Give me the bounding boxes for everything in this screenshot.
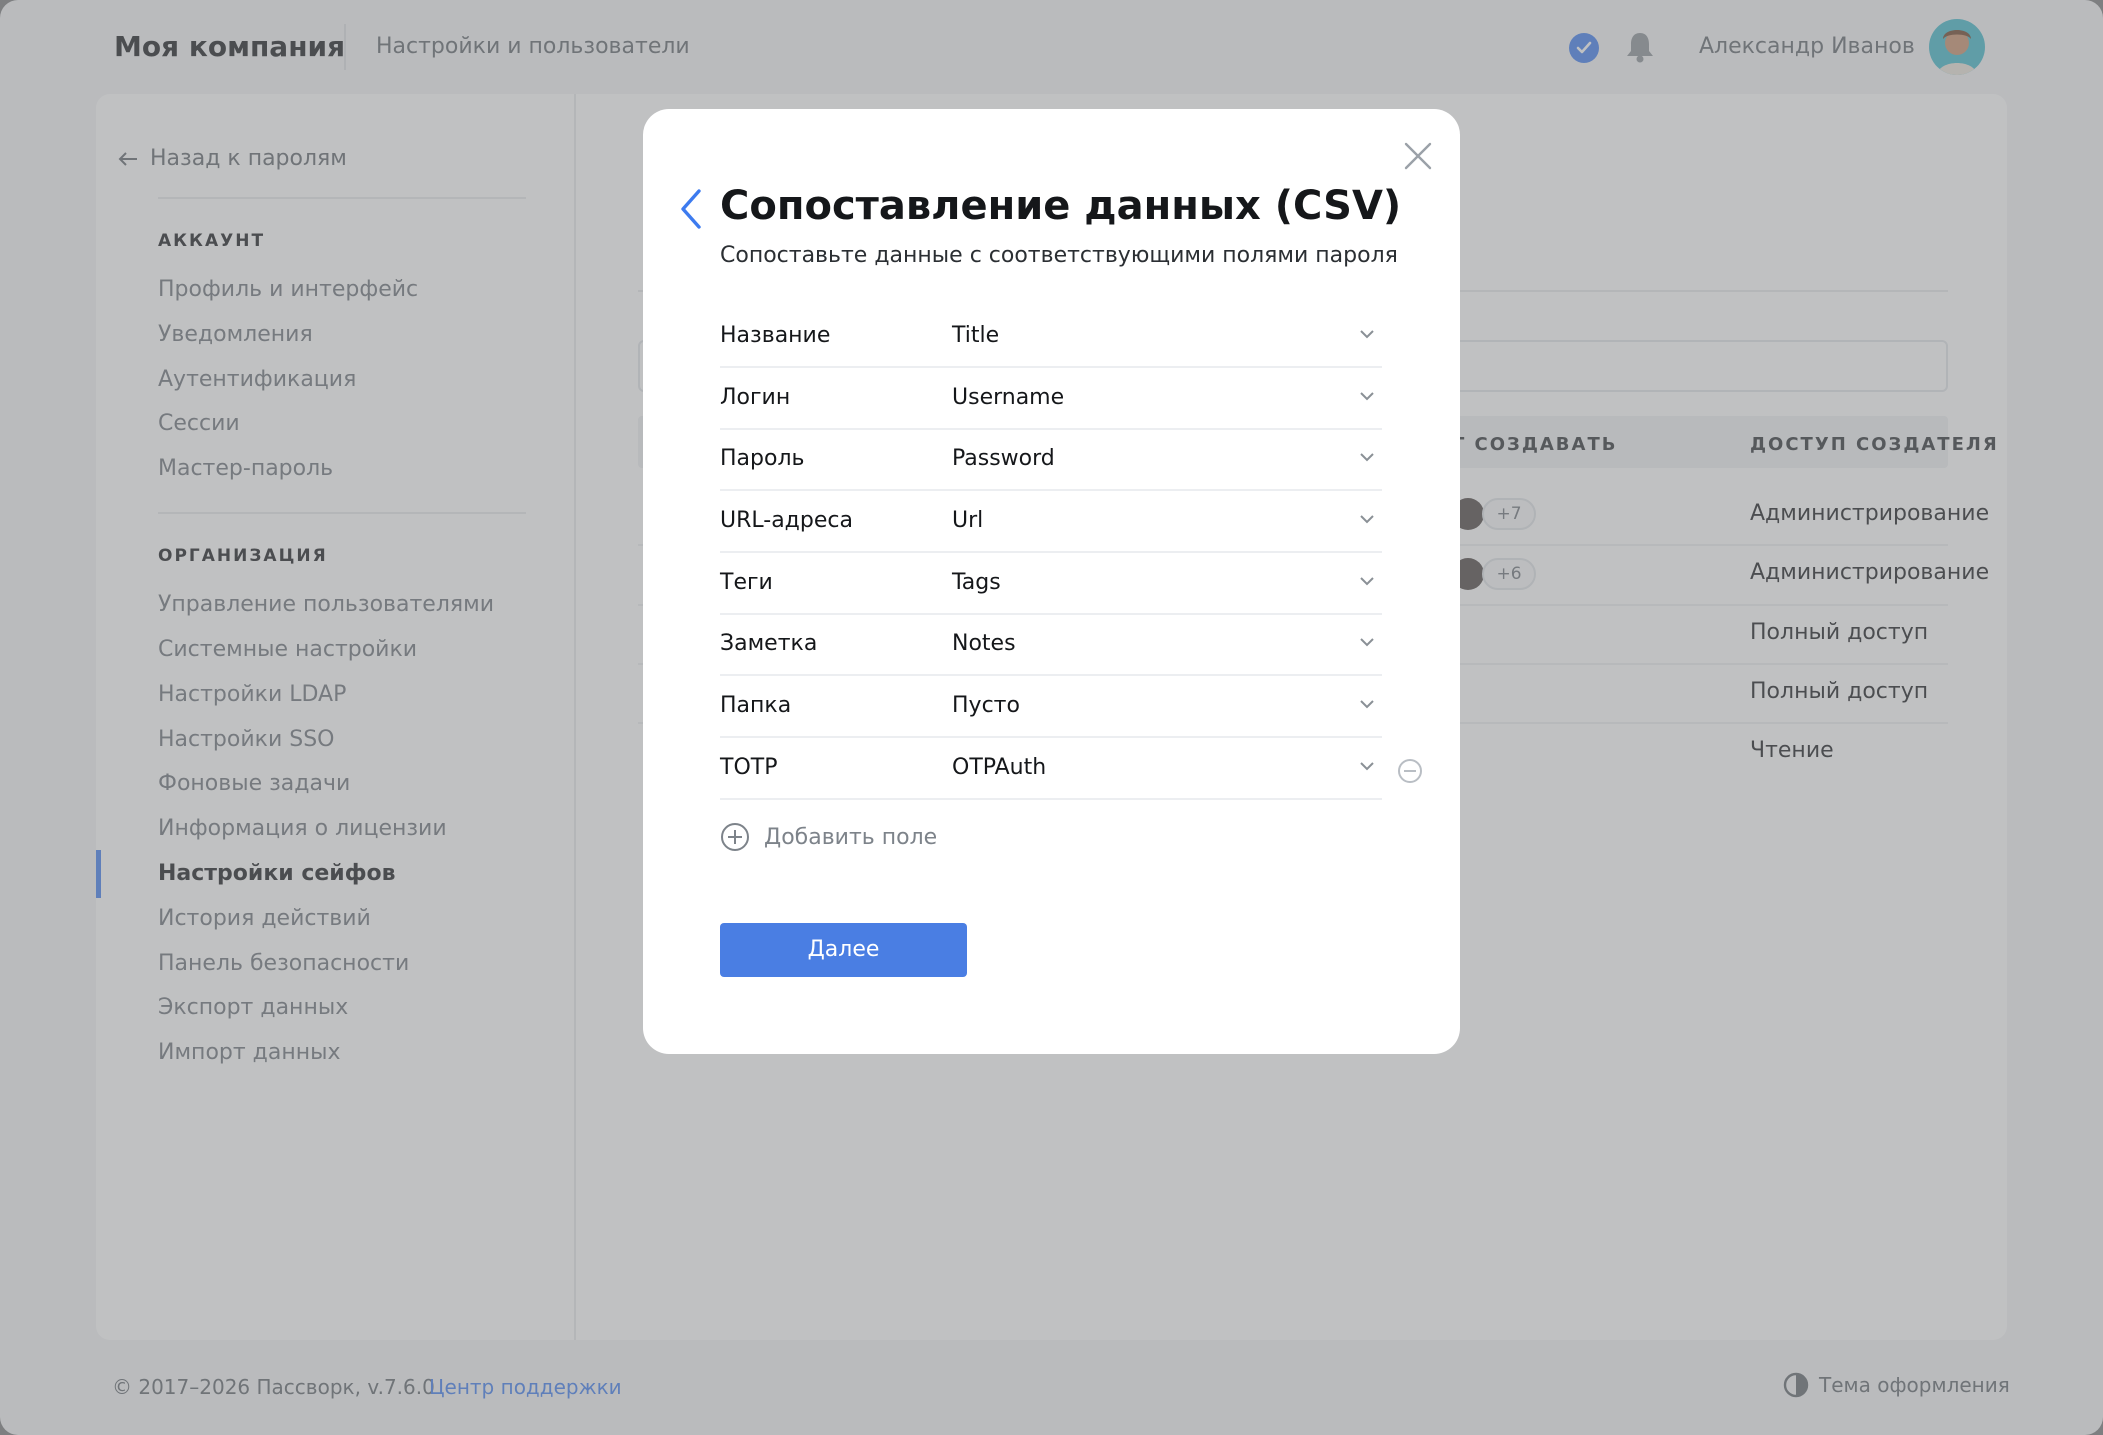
chevron-down-icon	[1360, 515, 1374, 524]
field-label: Папка	[720, 693, 792, 718]
field-label: TOTP	[720, 755, 778, 780]
mapping-row: Теги Tags	[720, 553, 1382, 615]
mapping-row: Логин Username	[720, 368, 1382, 430]
selected-value: Username	[952, 385, 1065, 410]
field-label: Заметка	[720, 631, 818, 656]
dialog-title: Сопоставление данных (CSV)	[720, 183, 1402, 229]
csv-mapping-dialog: Сопоставление данных (CSV) Сопоставьте д…	[643, 109, 1460, 1054]
add-field-button[interactable]: Добавить поле	[720, 822, 937, 852]
mapping-row: Заметка Notes	[720, 614, 1382, 676]
selected-value: Title	[952, 323, 1000, 348]
field-label: Пароль	[720, 446, 805, 471]
field-label: Теги	[720, 570, 773, 595]
selected-value: Password	[952, 446, 1055, 471]
selected-value: OTPAuth	[952, 755, 1047, 780]
field-select-folder[interactable]: Пусто	[952, 676, 1382, 736]
chevron-down-icon	[1360, 700, 1374, 709]
chevron-down-icon	[1360, 638, 1374, 647]
mapping-row: Пароль Password	[720, 429, 1382, 491]
field-select-note[interactable]: Notes	[952, 614, 1382, 674]
field-select-tags[interactable]: Tags	[952, 553, 1382, 613]
selected-value: Пусто	[952, 693, 1020, 718]
mapping-row: URL-адреса Url	[720, 491, 1382, 553]
chevron-down-icon	[1360, 392, 1374, 401]
selected-value: Tags	[952, 570, 1001, 595]
chevron-down-icon	[1360, 453, 1374, 462]
plus-circle-icon	[721, 823, 749, 851]
chevron-down-icon	[1360, 330, 1374, 339]
field-label: Логин	[720, 385, 791, 410]
next-button[interactable]: Далее	[720, 923, 967, 977]
field-select-urls[interactable]: Url	[952, 491, 1382, 551]
remove-field-icon[interactable]	[1397, 758, 1423, 784]
field-label: Название	[720, 323, 831, 348]
mapping-row: Название Title	[720, 306, 1382, 368]
field-select-title[interactable]: Title	[952, 306, 1382, 366]
field-select-login[interactable]: Username	[952, 368, 1382, 428]
field-select-password[interactable]: Password	[952, 429, 1382, 489]
chevron-down-icon	[1360, 577, 1374, 586]
field-select-totp[interactable]: OTPAuth	[952, 738, 1382, 798]
field-label: URL-адреса	[720, 508, 853, 533]
chevron-down-icon	[1360, 762, 1374, 771]
add-field-label: Добавить поле	[764, 824, 938, 850]
selected-value: Notes	[952, 631, 1016, 656]
mapping-row: TOTP OTPAuth	[720, 738, 1382, 800]
selected-value: Url	[952, 508, 984, 533]
chevron-left-icon[interactable]	[677, 187, 705, 231]
dialog-subtitle: Сопоставьте данные с соответствующими по…	[720, 243, 1398, 268]
mapping-row: Папка Пусто	[720, 676, 1382, 738]
close-icon[interactable]	[1401, 139, 1435, 173]
